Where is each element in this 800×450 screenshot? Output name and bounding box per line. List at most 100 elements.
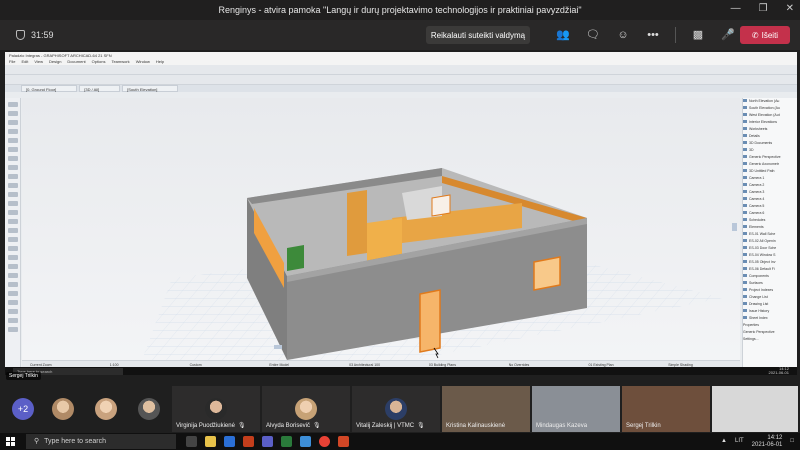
windows-start-icon[interactable] <box>2 434 18 450</box>
request-control-button[interactable]: Reikalauti suteikti valdymą <box>426 26 530 44</box>
tool-arc-icon[interactable] <box>8 255 18 260</box>
nav-item[interactable]: Generic Axonometr <box>743 161 797 168</box>
notifications-icon[interactable]: □ <box>790 438 794 445</box>
nav-item[interactable]: Surfaces <box>743 280 797 287</box>
app-icon[interactable] <box>281 436 292 447</box>
nav-item[interactable]: ES-06 Default Fi <box>743 266 797 273</box>
nav-item[interactable]: Details <box>743 133 797 140</box>
participant-video-tile[interactable] <box>712 386 798 432</box>
menu-item[interactable]: Window <box>136 59 150 65</box>
network-icon[interactable]: ▲ <box>721 438 727 445</box>
nav-item[interactable]: Sheet Index <box>743 315 797 322</box>
tool-label-icon[interactable] <box>8 228 18 233</box>
taskbar-search[interactable]: ⚲ Type here to search <box>26 434 176 449</box>
grip-icon[interactable] <box>732 223 737 231</box>
tool-arrow-icon[interactable] <box>8 102 18 107</box>
nav-item[interactable]: Camera 4 <box>743 196 797 203</box>
more-options-icon[interactable]: ••• <box>645 27 661 43</box>
reactions-icon[interactable]: ☺ <box>615 27 631 43</box>
tab-3d-all[interactable]: [3D / All] <box>79 85 121 92</box>
nav-item[interactable]: ES-02 All Openin <box>743 238 797 245</box>
nav-item[interactable]: Components <box>743 273 797 280</box>
tool-section-icon[interactable] <box>8 309 18 314</box>
camera-icon[interactable]: ▩ <box>690 27 706 43</box>
nav-item[interactable]: South Elevation (Au <box>743 105 797 112</box>
tool-dimension-icon[interactable] <box>8 210 18 215</box>
tab-south-elevation[interactable]: [South Elevation] <box>122 85 179 92</box>
tool-camera-icon[interactable] <box>8 300 18 305</box>
menu-item[interactable]: File <box>9 59 15 65</box>
participant-video-tile[interactable]: Kristina Kalinauskienė <box>442 386 530 432</box>
menu-item[interactable]: View <box>34 59 43 65</box>
leave-button[interactable]: ✆ Išeiti <box>740 26 790 44</box>
more-participants-badge[interactable]: +2 <box>12 398 34 420</box>
language-indicator[interactable]: LIT <box>735 438 744 445</box>
grip-icon[interactable] <box>274 345 282 349</box>
tool-text-icon[interactable] <box>8 219 18 224</box>
tool-hotspot-icon[interactable] <box>8 282 18 287</box>
nav-item[interactable]: Camera 1 <box>743 175 797 182</box>
tool-beam-icon[interactable] <box>8 138 18 143</box>
archicad-toolbar[interactable] <box>5 65 797 75</box>
minimize-icon[interactable]: — <box>731 3 741 14</box>
nav-item[interactable]: Project Indexes <box>743 287 797 294</box>
nav-item[interactable]: ES-05 Object Inv <box>743 259 797 266</box>
participant-tile[interactable]: Virginija Puodžiukienė 🎙 <box>172 386 260 432</box>
chat-icon[interactable]: 🗨 <box>585 27 601 43</box>
tool-column-icon[interactable] <box>8 129 18 134</box>
participant-video-tile[interactable]: Mindaugas Kazeva <box>532 386 620 432</box>
avatar[interactable] <box>52 398 74 420</box>
nav-item[interactable]: Drawing List <box>743 301 797 308</box>
avatar[interactable] <box>95 398 117 420</box>
menu-item[interactable]: Edit <box>21 59 28 65</box>
nav-item[interactable]: Camera 2 <box>743 182 797 189</box>
close-icon[interactable]: ✕ <box>786 3 794 14</box>
nav-item[interactable]: Issue History <box>743 308 797 315</box>
nav-item[interactable]: Interior Elevations <box>743 119 797 126</box>
participant-tile[interactable]: Alvyda Borisevič 🎙 <box>262 386 350 432</box>
tool-detail-icon[interactable] <box>8 327 18 332</box>
tool-slab-icon[interactable] <box>8 147 18 152</box>
tool-figure-icon[interactable] <box>8 291 18 296</box>
nav-item[interactable]: Schedules <box>743 217 797 224</box>
nav-item[interactable]: ES-04 Window S <box>743 252 797 259</box>
nav-item[interactable]: ES-03 Door Sche <box>743 245 797 252</box>
nav-item[interactable]: ES-01 Wall Sche <box>743 231 797 238</box>
tool-marquee-icon[interactable] <box>8 111 18 116</box>
office-icon[interactable] <box>243 436 254 447</box>
avatar[interactable] <box>138 398 160 420</box>
tool-polyline-icon[interactable] <box>8 264 18 269</box>
maximize-icon[interactable]: ❐ <box>759 3 768 14</box>
nav-item[interactable]: Elements <box>743 224 797 231</box>
archicad-toolbar-secondary[interactable] <box>5 75 797 85</box>
nav-item[interactable]: Camera 3 <box>743 189 797 196</box>
menu-item[interactable]: Design <box>49 59 61 65</box>
chrome-icon[interactable] <box>319 436 330 447</box>
nav-item[interactable]: Worksheets <box>743 126 797 133</box>
tool-wall-icon[interactable] <box>8 120 18 125</box>
tab-ground-floor[interactable]: [0. Ground Floor] <box>21 85 78 92</box>
participant-tile[interactable]: Vitalij Zaleskij | VTMC 🎙 <box>352 386 440 432</box>
tool-spline-icon[interactable] <box>8 273 18 278</box>
task-view-icon[interactable] <box>186 436 197 447</box>
menu-item[interactable]: Options <box>92 59 106 65</box>
microphone-icon[interactable]: 🎤 <box>720 27 736 43</box>
mail-icon[interactable] <box>224 436 235 447</box>
menu-item[interactable]: Help <box>156 59 164 65</box>
app-icon[interactable] <box>300 436 311 447</box>
teams-icon[interactable] <box>262 436 273 447</box>
nav-item[interactable]: North Elevation (Au <box>743 98 797 105</box>
participants-icon[interactable]: 👥 <box>555 27 571 43</box>
tool-object-icon[interactable] <box>8 201 18 206</box>
nav-item[interactable]: Generic Perspective <box>743 154 797 161</box>
tool-roof-icon[interactable] <box>8 156 18 161</box>
file-explorer-icon[interactable] <box>205 436 216 447</box>
settings-button[interactable]: Settings... <box>743 336 797 343</box>
3d-viewport[interactable] <box>22 98 740 360</box>
nav-item[interactable]: West Elevation (Aut <box>743 112 797 119</box>
tool-window-icon[interactable] <box>8 174 18 179</box>
powerpoint-icon[interactable] <box>338 436 349 447</box>
clock[interactable]: 14:12 2021-06-01 <box>752 435 783 449</box>
tool-door-icon[interactable] <box>8 165 18 170</box>
menu-item[interactable]: Document <box>67 59 85 65</box>
